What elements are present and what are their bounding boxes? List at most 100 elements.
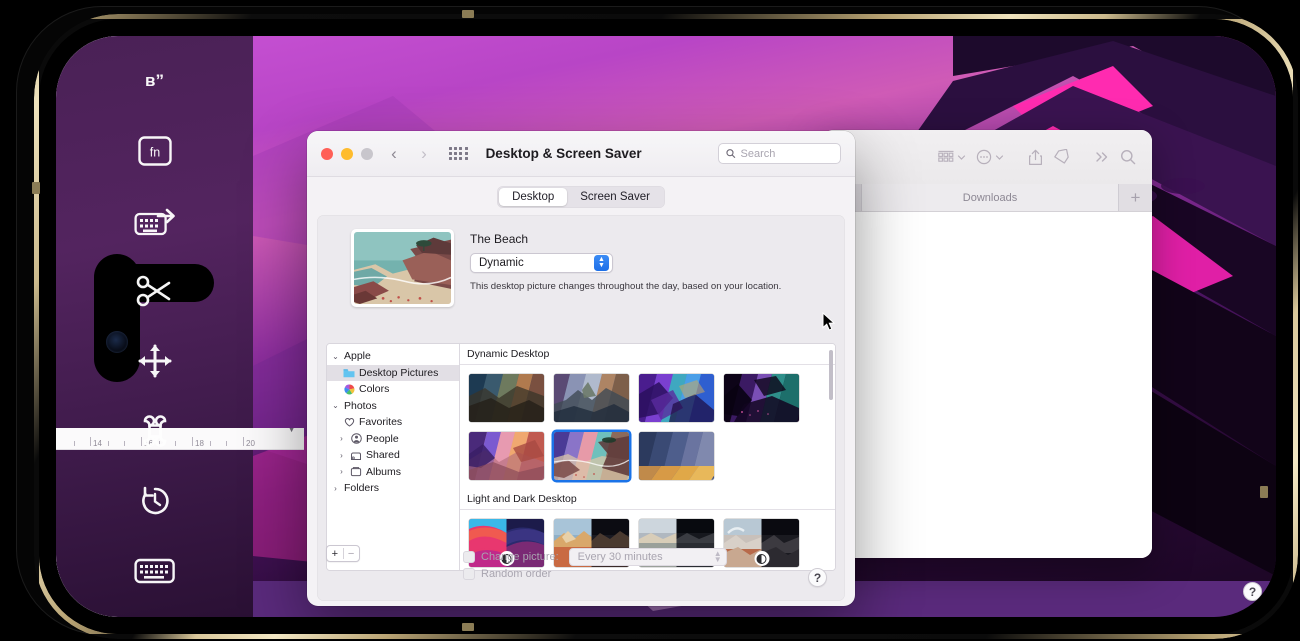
add-folder-button[interactable]: + [327,548,343,560]
finder-tab-downloads[interactable]: Downloads [862,184,1118,211]
ruler-indent-marker[interactable]: ▼ [287,428,296,434]
thumbnail-iridescence[interactable] [724,374,799,422]
source-item-apple[interactable]: ⌄ Apple [327,348,459,365]
thumbnail-solar-gradients[interactable] [639,432,714,480]
antenna-band-top [462,10,474,18]
thumbnail-mojave-day[interactable] [469,374,544,422]
source-item-favorites[interactable]: Favorites [327,414,459,431]
keyboard-icon[interactable] [132,548,178,594]
change-picture-checkbox[interactable] [463,551,475,563]
picture-mode-select[interactable]: Dynamic ▲ ▼ [470,253,613,273]
antenna-band-bottom [462,623,474,631]
search-icon[interactable] [1120,149,1136,165]
thumbnail-the-beach[interactable] [554,432,629,480]
interval-stepper-icon[interactable]: ▲ ▼ [714,550,722,564]
dynamic-desktop-thumbnails [460,365,835,489]
search-input[interactable] [740,147,833,160]
source-label: Apple [344,350,371,363]
current-picture-info: The Beach Dynamic ▲ ▼ This desktop pictur… [470,229,781,307]
disclosure-chevron-icon[interactable]: ⌄ [331,401,340,410]
disclosure-chevron-icon[interactable]: › [331,484,340,493]
show-all-grid-icon[interactable] [449,146,468,161]
command-key-icon[interactable] [132,408,178,454]
group-header-light-dark-desktop: Light and Dark Desktop [460,489,835,510]
prefs-panel: The Beach Dynamic ▲ ▼ This desktop pictur… [317,215,845,601]
more-options-icon[interactable] [976,149,1004,165]
chevron-down-icon [957,154,966,160]
picture-description: This desktop picture changes throughout … [470,281,782,292]
mouse-cursor [822,312,836,331]
share-icon[interactable] [1028,149,1043,166]
phone-screen: ʙ” fn Downloads + 14 16 18 20 ▼ ? ‹ › De… [56,36,1276,617]
group-header-dynamic-desktop: Dynamic Desktop [460,344,835,365]
source-item-folders[interactable]: › Folders [327,480,459,497]
thumbnail-grid-pane[interactable]: Dynamic Desktop Light and Dark Desktop [460,344,835,570]
picture-mode-stepper-icon[interactable]: ▲ ▼ [594,255,609,271]
source-item-people[interactable]: › People [327,431,459,448]
source-label: Photos [344,399,377,412]
current-picture-thumbnail[interactable] [351,229,454,307]
source-item-albums[interactable]: › Albums [327,464,459,481]
random-order-row: Random order [463,568,551,580]
zoom-button[interactable] [361,147,373,160]
search-field[interactable] [718,143,841,164]
window-controls [321,147,373,160]
source-item-colors[interactable]: Colors [327,381,459,398]
shared-icon [350,450,362,461]
source-item-shared[interactable]: › Shared [327,447,459,464]
heart-icon [343,417,355,428]
tag-icon[interactable] [1053,149,1070,165]
source-label: People [366,432,399,445]
thumbnail-big-sur-graphic[interactable] [639,374,714,422]
disclosure-chevron-icon[interactable]: › [337,451,346,460]
source-label: Shared [366,449,400,462]
scissors-icon[interactable] [132,268,178,314]
rotate-back-icon[interactable] [132,478,178,524]
move-arrows-icon[interactable] [132,338,178,384]
antenna-band-left [32,182,40,194]
tab-desktop[interactable]: Desktop [499,188,568,206]
source-list: ⌄ Apple Desktop Pictures Colors ⌄ Photos… [327,344,460,570]
page-title: Desktop & Screen Saver [485,146,642,161]
source-item-desktop-pictures[interactable]: Desktop Pictures [327,364,459,381]
grid-scrollbar[interactable] [827,344,834,570]
thumbnail-catalina[interactable] [554,374,629,422]
source-label: Colors [359,383,390,396]
disclosure-chevron-icon[interactable]: › [337,467,346,476]
prefs-titlebar: ‹ › Desktop & Screen Saver [307,131,855,177]
chevron-double-right-icon[interactable] [1094,150,1110,164]
forward-button[interactable]: › [415,144,433,164]
add-remove-folder-buttons[interactable]: + − [326,545,360,562]
source-label: Albums [366,465,402,478]
back-button[interactable]: ‹ [385,144,403,164]
album-icon [350,466,362,477]
tab-row: Desktop Screen Saver [307,177,855,215]
tab-screen-saver[interactable]: Screen Saver [567,188,663,206]
grid-scrollbar-thumb[interactable] [828,350,833,400]
change-picture-row: Change picture: Every 30 minutes ▲ ▼ [463,548,727,566]
finder-window[interactable]: Downloads + [822,130,1152,558]
thumbnail-desert-dunes[interactable] [469,432,544,480]
disclosure-chevron-icon[interactable]: › [337,434,346,443]
bluetooth-glyph: ʙ” [145,71,164,90]
close-button[interactable] [321,147,333,160]
picture-browser: ⌄ Apple Desktop Pictures Colors ⌄ Photos… [326,343,836,571]
finder-tab-bar: Downloads + [822,184,1152,212]
source-item-photos[interactable]: ⌄ Photos [327,398,459,415]
svg-text:fn: fn [149,146,159,160]
remove-folder-button[interactable]: − [343,548,359,560]
icon-view-icon[interactable] [938,150,966,164]
random-order-checkbox[interactable] [463,568,475,580]
picture-name: The Beach [470,232,529,246]
finder-add-tab-button[interactable]: + [1118,184,1152,211]
change-picture-label: Change picture: [481,551,559,563]
help-button[interactable]: ? [808,568,827,587]
desktop-screensaver-preferences-window[interactable]: ‹ › Desktop & Screen Saver Desktop Scree… [307,131,855,606]
minimize-button[interactable] [341,147,353,160]
disclosure-chevron-icon[interactable]: ⌄ [331,352,340,361]
change-interval-select[interactable]: Every 30 minutes ▲ ▼ [568,548,727,566]
bluetooth-icon[interactable]: ʙ” [132,58,178,104]
fn-key-icon[interactable]: fn [132,128,178,174]
picture-mode-value: Dynamic [479,257,524,269]
keyboard-share-icon[interactable] [132,198,178,244]
